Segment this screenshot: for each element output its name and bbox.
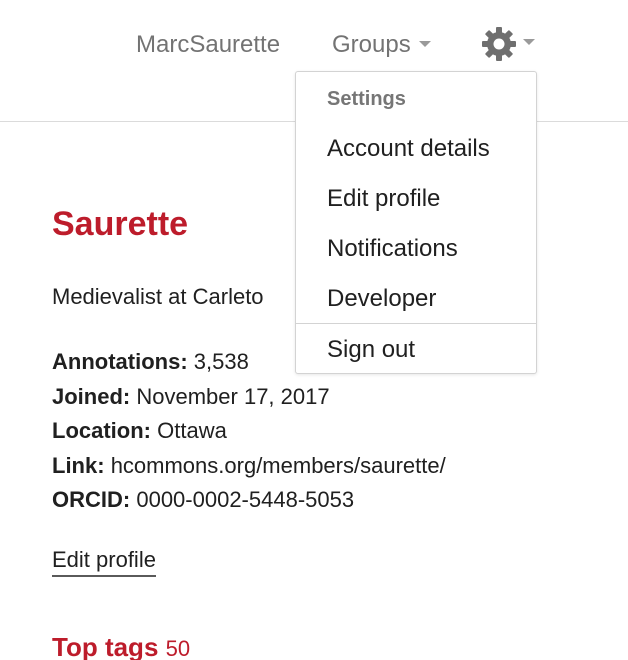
top-tags-count: 50: [165, 636, 191, 660]
page: MarcSaurette Groups Saurette Medievalist…: [0, 0, 628, 660]
edit-profile-link[interactable]: Edit profile: [52, 545, 156, 577]
stat-label: ORCID:: [52, 487, 131, 512]
groups-menu-button[interactable]: Groups: [332, 30, 431, 60]
profile-link-url[interactable]: hcommons.org/members/saurette/: [111, 453, 446, 478]
groups-label: Groups: [332, 31, 411, 58]
user-profile-link[interactable]: MarcSaurette: [136, 30, 280, 60]
menu-item-notifications[interactable]: Notifications: [327, 234, 458, 264]
gear-icon: [482, 27, 516, 61]
menu-item-sign-out[interactable]: Sign out: [327, 335, 415, 365]
caret-down-icon: [523, 39, 535, 45]
menu-divider: [296, 323, 536, 324]
stat-label: Joined:: [52, 383, 131, 409]
stat-label: Location:: [52, 418, 151, 443]
stat-orcid: ORCID: 0000-0002-5448-5053: [52, 483, 446, 518]
menu-item-edit-profile[interactable]: Edit profile: [327, 184, 440, 214]
menu-item-account-details[interactable]: Account details: [327, 134, 490, 164]
settings-dropdown: Settings Account details Edit profile No…: [295, 71, 537, 374]
stat-value: 3,538: [193, 349, 249, 374]
orcid-link[interactable]: 0000-0002-5448-5053: [136, 487, 354, 512]
stat-link: Link: hcommons.org/members/saurette/: [52, 449, 446, 484]
profile-name: Saurette: [52, 205, 189, 243]
top-tags-heading: Top tags 50: [52, 631, 190, 660]
stat-location: Location: Ottawa: [52, 414, 446, 449]
dropdown-heading: Settings: [327, 88, 406, 110]
stat-joined: Joined: November 17, 2017: [52, 380, 446, 415]
stat-label: Annotations:: [52, 349, 188, 374]
top-tags-title: Top tags: [52, 632, 159, 660]
caret-down-icon: [418, 40, 431, 47]
stat-value: November 17, 2017: [136, 383, 330, 409]
menu-item-developer[interactable]: Developer: [327, 284, 436, 314]
stat-value: Ottawa: [157, 418, 227, 443]
stat-label: Link:: [52, 452, 105, 478]
profile-description: Medievalist at Carleto: [52, 284, 264, 309]
settings-menu-button[interactable]: [481, 26, 535, 62]
